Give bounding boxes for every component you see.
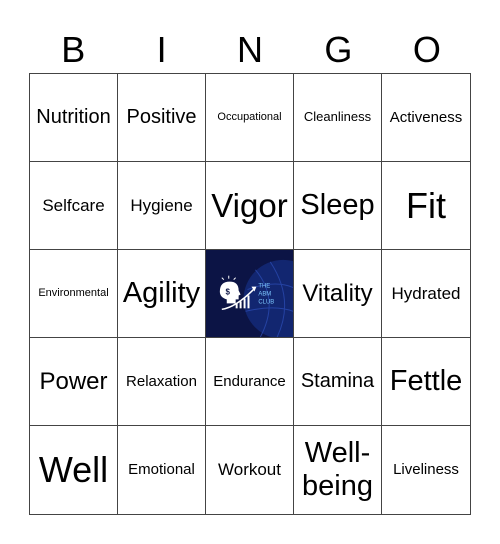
bingo-cell[interactable]: Fettle xyxy=(382,338,470,426)
bingo-cell[interactable]: Activeness xyxy=(382,74,470,162)
bingo-cell[interactable]: Vigor xyxy=(206,162,294,250)
bingo-cell[interactable]: Selfcare xyxy=(30,162,118,250)
bingo-cell[interactable]: Power xyxy=(30,338,118,426)
bingo-cell[interactable]: Emotional xyxy=(118,426,206,514)
bingo-cell[interactable]: Nutrition xyxy=(30,74,118,162)
logo-text-abm: ABM xyxy=(258,291,271,297)
header-letter-i: I xyxy=(156,29,167,70)
bingo-cell[interactable]: Sleep xyxy=(294,162,382,250)
header-letter-b: B xyxy=(61,29,86,70)
bingo-cell[interactable]: Liveliness xyxy=(382,426,470,514)
bingo-cell[interactable]: Positive xyxy=(118,74,206,162)
logo-text-club: CLUB xyxy=(258,299,274,305)
bingo-card-grid: Nutrition Positive Occupational Cleanlin… xyxy=(29,73,471,515)
free-space-logo: $ THE ABM CLUB xyxy=(206,250,294,338)
bingo-cell[interactable]: Well xyxy=(30,426,118,514)
header-letter-g: G xyxy=(324,29,353,70)
bingo-header: B I N G O xyxy=(29,28,471,72)
bingo-cell[interactable]: Cleanliness xyxy=(294,74,382,162)
bingo-cell[interactable]: Endurance xyxy=(206,338,294,426)
header-letter-n: N xyxy=(237,29,264,70)
bingo-cell[interactable]: Workout xyxy=(206,426,294,514)
bingo-cell[interactable]: Hygiene xyxy=(118,162,206,250)
bingo-cell[interactable]: Agility xyxy=(118,250,206,338)
bingo-cell[interactable]: Hydrated xyxy=(382,250,470,338)
bingo-cell[interactable]: Stamina xyxy=(294,338,382,426)
logo-text-the: THE xyxy=(258,284,270,290)
bingo-cell[interactable]: Environmental xyxy=(30,250,118,338)
bingo-cell[interactable]: Occupational xyxy=(206,74,294,162)
bingo-cell[interactable]: Fit xyxy=(382,162,470,250)
bingo-cell[interactable]: Relaxation xyxy=(118,338,206,426)
bingo-cell[interactable]: Well-being xyxy=(294,426,382,514)
abm-club-logo: $ THE ABM CLUB xyxy=(206,250,293,337)
header-letter-o: O xyxy=(412,29,441,70)
svg-text:$: $ xyxy=(226,287,231,296)
bingo-cell[interactable]: Vitality xyxy=(294,250,382,338)
